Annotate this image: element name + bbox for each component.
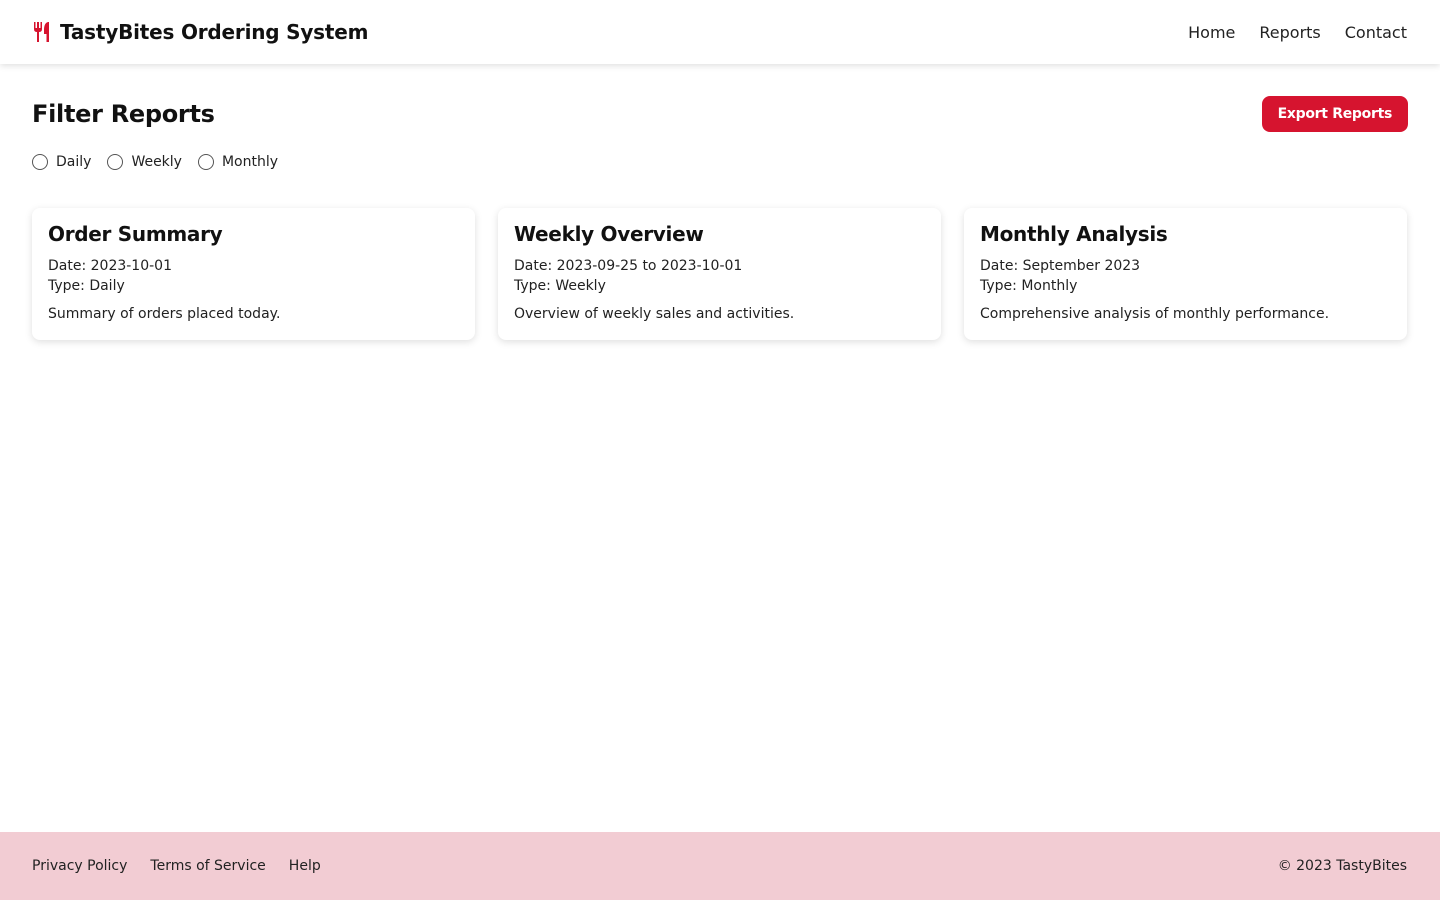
export-reports-button[interactable]: Export Reports [1261,96,1408,132]
filter-daily[interactable]: Daily [32,154,91,170]
report-cards: Order Summary Date: 2023-10-01 Type: Dai… [32,208,1408,340]
report-card-weekly-overview[interactable]: Weekly Overview Date: 2023-09-25 to 2023… [498,208,941,340]
radio-daily[interactable] [32,154,48,170]
filter-monthly[interactable]: Monthly [197,154,279,170]
footer-link-privacy-policy[interactable]: Privacy Policy [32,858,127,874]
footer-link-terms-of-service[interactable]: Terms of Service [150,858,265,874]
report-card-monthly-analysis[interactable]: Monthly Analysis Date: September 2023 Ty… [964,208,1407,340]
footer-link-help[interactable]: Help [289,858,321,874]
page-title: Filter Reports [32,100,215,128]
report-card-date: Date: 2023-09-25 to 2023-10-01 [514,258,743,274]
filter-label-daily: Daily [56,154,92,170]
filter-weekly[interactable]: Weekly [107,154,182,170]
copyright-text: © 2023 TastyBites [1277,858,1407,874]
nav-link-contact[interactable]: Contact [1345,23,1407,42]
report-card-title: Monthly Analysis [980,222,1168,246]
nav-link-reports[interactable]: Reports [1259,23,1320,42]
radio-monthly[interactable] [197,154,214,170]
filter-label-monthly: Monthly [221,154,279,170]
main-content: Filter Reports Export Reports Daily Week… [32,64,1408,340]
page-footer: Privacy Policy Terms of Service Help © 2… [0,832,1440,900]
filter-label-weekly: Weekly [131,154,182,170]
report-card-order-summary[interactable]: Order Summary Date: 2023-10-01 Type: Dai… [32,208,475,340]
app-title: TastyBites Ordering System [60,20,369,44]
report-card-type: Type: Monthly [980,278,1078,294]
brand: TastyBites Ordering System [32,20,368,44]
report-filter-group: Daily Weekly Monthly [32,152,1408,172]
utensils-icon [34,22,49,42]
report-card-description: Overview of weekly sales and activities. [514,306,795,322]
report-card-date: Date: September 2023 [980,258,1141,274]
top-header: TastyBites Ordering System Home Reports … [0,0,1440,64]
report-card-description: Summary of orders placed today. [48,306,281,322]
radio-weekly[interactable] [107,154,124,170]
report-card-type: Type: Weekly [514,278,606,294]
report-card-title: Order Summary [48,222,223,246]
main-nav: Home Reports Contact [1188,23,1407,42]
report-card-title: Weekly Overview [514,222,704,246]
reports-toolbar: Filter Reports Export Reports [32,96,1408,132]
footer-links: Privacy Policy Terms of Service Help [32,858,321,874]
report-card-type: Type: Daily [48,278,125,294]
report-card-description: Comprehensive analysis of monthly perfor… [980,306,1330,322]
nav-link-home[interactable]: Home [1188,23,1235,42]
report-card-date: Date: 2023-10-01 [48,258,172,274]
